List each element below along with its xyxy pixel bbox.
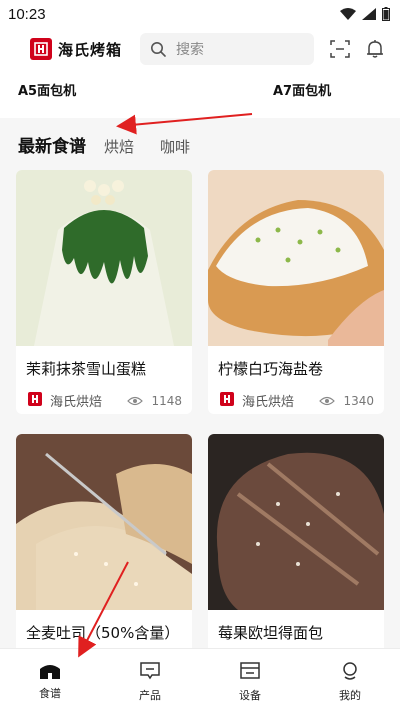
recipe-views: 1148	[127, 394, 182, 408]
status-icons	[340, 7, 390, 21]
recipe-image-matcha-cake	[16, 170, 192, 346]
recipe-card[interactable]: 茉莉抹茶雪山蛋糕 海氏烘焙 1148	[16, 170, 192, 414]
nav-label: 食谱	[39, 687, 61, 700]
recipe-image-lemon-roll	[208, 170, 384, 346]
app-header: 海氏烤箱 搜索	[0, 28, 400, 70]
recipe-title: 全麦吐司（50%含量）	[26, 624, 180, 642]
home-icon	[40, 665, 60, 679]
user-icon	[343, 662, 357, 680]
bottom-nav: 食谱 产品 设备 我的	[0, 648, 400, 712]
nav-label: 我的	[339, 689, 361, 702]
brand-name: 海氏烤箱	[58, 40, 123, 59]
search-placeholder: 搜索	[176, 42, 205, 58]
bell-icon	[367, 40, 383, 58]
author-logo-icon	[28, 392, 42, 409]
device-list: A5面包机 A7面包机	[0, 70, 400, 118]
scan-icon	[330, 40, 350, 58]
recipe-title: 莓果欧坦得面包	[218, 624, 324, 642]
recipe-meta: 海氏烘焙 1340	[208, 379, 384, 410]
cellular-signal-icon	[362, 8, 376, 20]
search-input[interactable]: 搜索	[140, 33, 314, 65]
view-count: 1148	[151, 393, 182, 408]
search-icon	[151, 42, 166, 57]
nav-label: 产品	[139, 689, 161, 702]
nav-item-recipes[interactable]: 食谱	[0, 649, 100, 712]
tab-baking[interactable]: 烘焙	[104, 136, 134, 157]
brand-logo: 海氏烤箱	[30, 38, 122, 60]
nav-item-devices[interactable]: 设备	[200, 649, 300, 712]
recipe-author: 海氏烘焙	[50, 395, 103, 410]
device-item-a5[interactable]: A5面包机	[18, 80, 76, 99]
recipe-title: 柠檬白巧海盐卷	[218, 360, 324, 378]
recipe-card[interactable]: 莓果欧坦得面包	[208, 434, 384, 654]
device-item-a7[interactable]: A7面包机	[273, 80, 331, 99]
tab-latest-recipes[interactable]: 最新食谱	[18, 132, 86, 157]
recipe-views: 1340	[319, 394, 374, 408]
eye-icon	[127, 396, 144, 405]
tab-coffee[interactable]: 咖啡	[160, 136, 190, 157]
view-count: 1340	[343, 393, 374, 408]
notifications-button[interactable]	[366, 39, 384, 59]
wifi-icon	[340, 8, 356, 20]
recipe-tabs: 最新食谱 烘焙 咖啡	[18, 132, 216, 157]
status-bar: 10:23	[0, 0, 400, 28]
scan-button[interactable]	[330, 40, 350, 58]
recipe-title: 茉莉抹茶雪山蛋糕	[26, 360, 147, 378]
status-time: 10:23	[8, 5, 46, 23]
recipe-card[interactable]: 柠檬白巧海盐卷 海氏烘焙 1340	[208, 170, 384, 414]
brand-logo-mark	[30, 38, 52, 60]
message-box-icon	[140, 662, 160, 680]
recipe-card[interactable]: 全麦吐司（50%含量）	[16, 434, 192, 654]
recipe-image-berry-bread	[208, 434, 384, 610]
recipe-meta: 海氏烘焙 1148	[16, 379, 192, 410]
recipe-author: 海氏烘焙	[242, 395, 295, 410]
recipe-image-whole-wheat-toast	[16, 434, 192, 610]
oven-icon	[240, 662, 260, 679]
nav-item-profile[interactable]: 我的	[300, 649, 400, 712]
nav-label: 设备	[239, 689, 261, 702]
battery-icon	[382, 7, 390, 21]
eye-icon	[319, 396, 336, 405]
author-logo-icon	[220, 392, 234, 409]
nav-item-products[interactable]: 产品	[100, 649, 200, 712]
recipe-section: 最新食谱 烘焙 咖啡 茉莉抹茶雪山蛋糕 海氏烘焙 1148 柠檬白巧海盐卷 海氏…	[0, 118, 400, 654]
